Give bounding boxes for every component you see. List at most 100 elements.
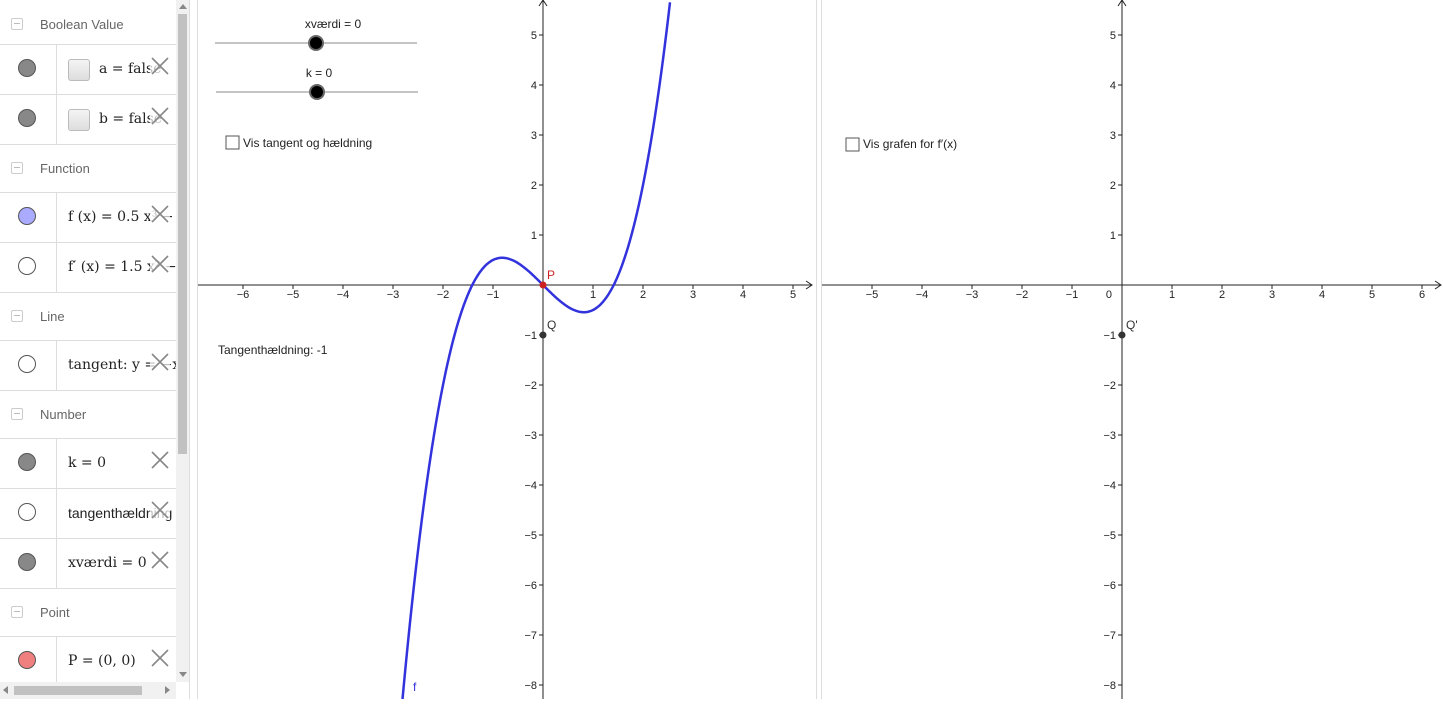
y-tick-label: −7	[1103, 630, 1116, 642]
algebra-row[interactable]: tangent: y = −x	[0, 341, 176, 391]
visibility-marker-icon[interactable]	[18, 651, 36, 669]
boolean-checkbox[interactable]	[68, 109, 90, 131]
visibility-marker-icon[interactable]	[18, 503, 36, 521]
visibility-marker-icon[interactable]	[18, 453, 36, 471]
delete-close-icon[interactable]	[150, 56, 170, 76]
algebra-row[interactable]: b = false	[0, 95, 176, 145]
visibility-toggle[interactable]	[0, 95, 57, 144]
point-q-prime-label: Q'	[1126, 318, 1138, 332]
delete-close-icon[interactable]	[150, 352, 170, 372]
scroll-left-arrow-icon[interactable]	[3, 686, 8, 694]
object-definition[interactable]: P = (0, 0)	[68, 653, 136, 669]
algebra-row[interactable]: f (x) = 0.5 x³ − x	[0, 193, 176, 243]
slider-xvaerdi[interactable]: xværdi = 0	[215, 17, 417, 51]
graphics-view-2[interactable]: −5 −4 −3 −2 −1 1 2 3 4 5 6 5 4 3 2 1 −1 −2 −3 −4 −5 −6 −7 −8 0…	[822, 0, 1443, 699]
scrollbar-thumb[interactable]	[14, 686, 142, 695]
graphics-view-1[interactable]: −6 −5 −4 −3 −2 −1 1 2 3 4 5 5 4 3 2 1 −1 −2 −3 −4 −5 −6 −7 −8 …	[198, 0, 816, 704]
algebra-row[interactable]: xværdi = 0	[0, 539, 176, 589]
x-tick-label: −4	[916, 289, 929, 301]
algebra-category: Line	[0, 293, 176, 341]
algebra-vertical-scrollbar[interactable]	[176, 0, 189, 682]
y-tick-label: 3	[531, 130, 537, 142]
algebra-horizontal-scrollbar[interactable]	[0, 682, 176, 699]
function-label: f	[413, 680, 417, 694]
x-tick-label: −5	[287, 289, 300, 301]
collapse-toggle-icon[interactable]	[11, 162, 23, 174]
checkbox-box[interactable]	[845, 137, 860, 152]
y-tick-label: −3	[524, 430, 537, 442]
collapse-toggle-icon[interactable]	[11, 606, 23, 618]
scroll-down-arrow-icon[interactable]	[179, 672, 187, 677]
y-tick-label: 2	[1110, 180, 1116, 192]
visibility-marker-icon[interactable]	[18, 207, 36, 225]
y-tick-label: −5	[1103, 530, 1116, 542]
delete-close-icon[interactable]	[150, 500, 170, 520]
delete-close-icon[interactable]	[150, 204, 170, 224]
x-tick-label: −1	[487, 289, 500, 301]
visibility-toggle[interactable]	[0, 341, 57, 390]
visibility-toggle[interactable]	[0, 489, 57, 538]
visibility-marker-icon[interactable]	[18, 59, 36, 77]
collapse-toggle-icon[interactable]	[11, 408, 23, 420]
visibility-marker-icon[interactable]	[18, 355, 36, 373]
slider-k[interactable]: k = 0	[216, 66, 418, 100]
y-tick-label: 1	[1110, 230, 1116, 242]
collapse-toggle-icon[interactable]	[11, 18, 23, 30]
visibility-marker-icon[interactable]	[18, 257, 36, 275]
y-tick-label: −1	[1103, 330, 1116, 342]
scroll-up-arrow-icon[interactable]	[179, 4, 187, 9]
collapse-toggle-icon[interactable]	[11, 310, 23, 322]
slider-k-label: k = 0	[306, 66, 333, 80]
delete-close-icon[interactable]	[150, 106, 170, 126]
algebra-row[interactable]: a = false	[0, 45, 176, 95]
algebra-row[interactable]: P = (0, 0)	[0, 637, 176, 682]
delete-close-icon[interactable]	[150, 648, 170, 668]
function-f-graph[interactable]	[400, 2, 672, 704]
visibility-toggle[interactable]	[0, 243, 57, 292]
visibility-toggle[interactable]	[0, 439, 57, 488]
object-definition[interactable]: xværdi = 0	[68, 555, 147, 571]
visibility-toggle[interactable]	[0, 45, 57, 94]
visibility-toggle[interactable]	[0, 193, 57, 242]
x-tick-label: −3	[966, 289, 979, 301]
checkbox-vis-tangent[interactable]: Vis tangent og hældning	[225, 135, 372, 150]
x-tick-label: 5	[1369, 289, 1375, 301]
visibility-toggle[interactable]	[0, 539, 57, 588]
delete-close-icon[interactable]	[150, 450, 170, 470]
point-q[interactable]: Q	[539, 318, 557, 339]
algebra-category: Boolean Value	[0, 0, 176, 45]
slider-xvaerdi-label: xværdi = 0	[305, 17, 362, 31]
view-divider[interactable]	[189, 0, 198, 699]
scrollbar-thumb[interactable]	[178, 14, 187, 454]
y-tick-label: −7	[524, 630, 537, 642]
object-definition[interactable]: k = 0	[68, 455, 106, 471]
visibility-marker-icon[interactable]	[18, 109, 36, 127]
point-q-prime[interactable]: Q'	[1118, 318, 1138, 339]
algebra-row[interactable]: tangenthældning = −1	[0, 489, 176, 539]
category-label: Function	[40, 161, 90, 176]
scroll-right-arrow-icon[interactable]	[165, 686, 170, 694]
checkbox-box[interactable]	[225, 135, 240, 150]
algebra-row[interactable]: k = 0	[0, 439, 176, 489]
x-tick-label: 2	[640, 289, 646, 301]
algebra-row[interactable]: f′ (x) = 1.5 x² − 1	[0, 243, 176, 293]
checkbox-vis-grafen-label: Vis grafen for f′(x)	[863, 137, 957, 151]
category-label: Line	[40, 309, 65, 324]
delete-close-icon[interactable]	[150, 254, 170, 274]
x-tick-label: −1	[1066, 289, 1079, 301]
y-tick-label: 4	[531, 80, 537, 92]
boolean-checkbox[interactable]	[68, 59, 90, 81]
delete-close-icon[interactable]	[150, 550, 170, 570]
x-tick-label: 1	[1169, 289, 1175, 301]
visibility-marker-icon[interactable]	[18, 553, 36, 571]
checkbox-vis-grafen[interactable]: Vis grafen for f′(x)	[845, 137, 957, 152]
y-tick-label: −4	[524, 480, 537, 492]
category-label: Point	[40, 605, 70, 620]
x-tick-label: −2	[1016, 289, 1029, 301]
y-tick-label: 1	[531, 230, 537, 242]
algebra-category: Point	[0, 589, 176, 637]
x-tick-label: 5	[790, 289, 796, 301]
category-label: Number	[40, 407, 87, 422]
visibility-toggle[interactable]	[0, 637, 57, 682]
y-tick-label: 3	[1110, 130, 1116, 142]
